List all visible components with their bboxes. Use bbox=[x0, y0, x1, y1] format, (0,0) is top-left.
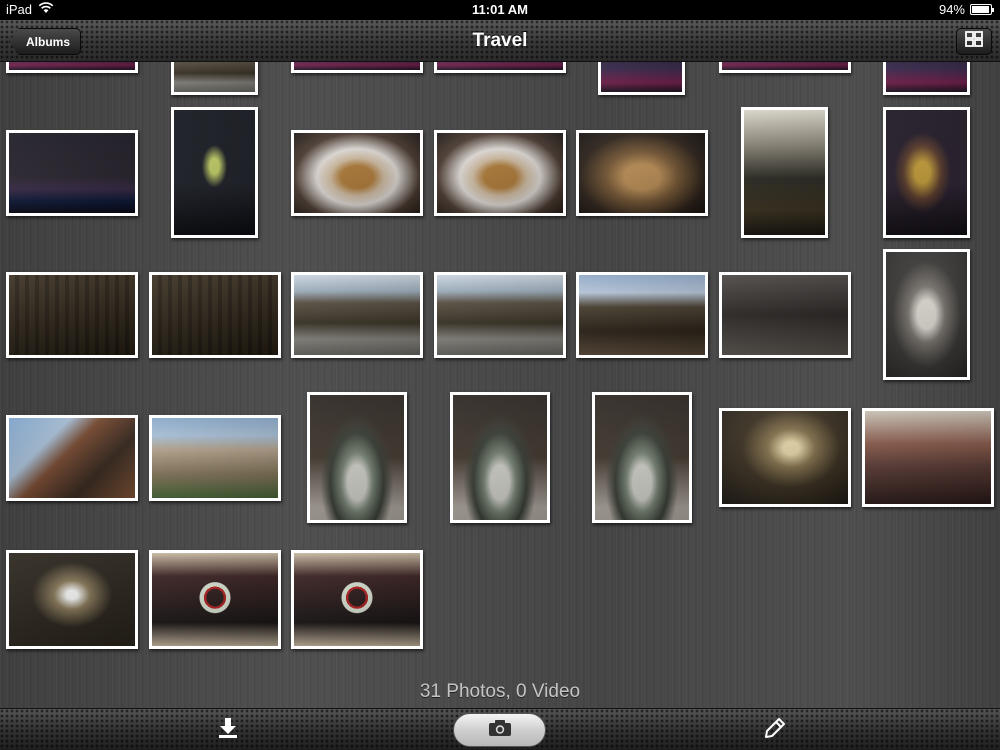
grid-icon bbox=[965, 31, 983, 52]
battery-percent: 94% bbox=[938, 2, 965, 17]
grid-view-button[interactable] bbox=[956, 28, 992, 55]
photo-grid[interactable] bbox=[0, 62, 1000, 708]
photo-thumbnail[interactable] bbox=[434, 272, 566, 358]
status-time: 11:01 AM bbox=[472, 2, 528, 17]
photo-thumbnail[interactable] bbox=[6, 130, 138, 216]
status-bar: iPad 11:01 AM 94% bbox=[0, 0, 1000, 20]
photo-thumbnail[interactable] bbox=[576, 272, 708, 358]
edit-button[interactable] bbox=[760, 715, 790, 745]
photo-thumbnail[interactable] bbox=[719, 62, 851, 73]
photo-thumbnail[interactable] bbox=[6, 62, 138, 73]
photo-thumbnail[interactable] bbox=[741, 107, 828, 238]
photo-thumbnail[interactable] bbox=[434, 62, 566, 73]
photo-thumbnail[interactable] bbox=[149, 550, 281, 649]
camera-icon bbox=[488, 719, 512, 742]
photo-thumbnail[interactable] bbox=[598, 62, 685, 95]
photo-thumbnail[interactable] bbox=[719, 408, 851, 507]
download-icon bbox=[217, 717, 239, 744]
photo-thumbnail[interactable] bbox=[171, 62, 258, 95]
bottom-toolbar bbox=[0, 708, 1000, 750]
photo-thumbnail[interactable] bbox=[883, 107, 970, 238]
photo-thumbnail[interactable] bbox=[6, 550, 138, 649]
photo-thumbnail[interactable] bbox=[883, 62, 970, 95]
battery-icon bbox=[970, 4, 994, 15]
photo-thumbnail[interactable] bbox=[883, 249, 970, 380]
pencil-icon bbox=[764, 717, 786, 744]
photo-thumbnail[interactable] bbox=[149, 272, 281, 358]
photo-thumbnail[interactable] bbox=[450, 392, 550, 523]
download-button[interactable] bbox=[213, 715, 243, 745]
photo-thumbnail[interactable] bbox=[291, 550, 423, 649]
photo-thumbnail[interactable] bbox=[307, 392, 407, 523]
photo-thumbnail[interactable] bbox=[434, 130, 566, 216]
photo-count-label: 31 Photos, 0 Video bbox=[419, 681, 581, 702]
camera-button[interactable] bbox=[453, 713, 546, 747]
photo-thumbnail[interactable] bbox=[171, 107, 258, 238]
photo-thumbnail[interactable] bbox=[6, 415, 138, 501]
page-title: Travel bbox=[472, 30, 528, 51]
photo-thumbnail[interactable] bbox=[576, 130, 708, 216]
photo-thumbnail[interactable] bbox=[6, 272, 138, 358]
photo-thumbnail[interactable] bbox=[149, 415, 281, 501]
photo-thumbnail[interactable] bbox=[719, 272, 851, 358]
photo-thumbnail[interactable] bbox=[862, 408, 994, 507]
navigation-bar: Albums Travel bbox=[0, 20, 1000, 62]
photo-thumbnail[interactable] bbox=[291, 272, 423, 358]
photo-thumbnail[interactable] bbox=[592, 392, 692, 523]
photo-thumbnail[interactable] bbox=[291, 130, 423, 216]
photo-thumbnail[interactable] bbox=[291, 62, 423, 73]
